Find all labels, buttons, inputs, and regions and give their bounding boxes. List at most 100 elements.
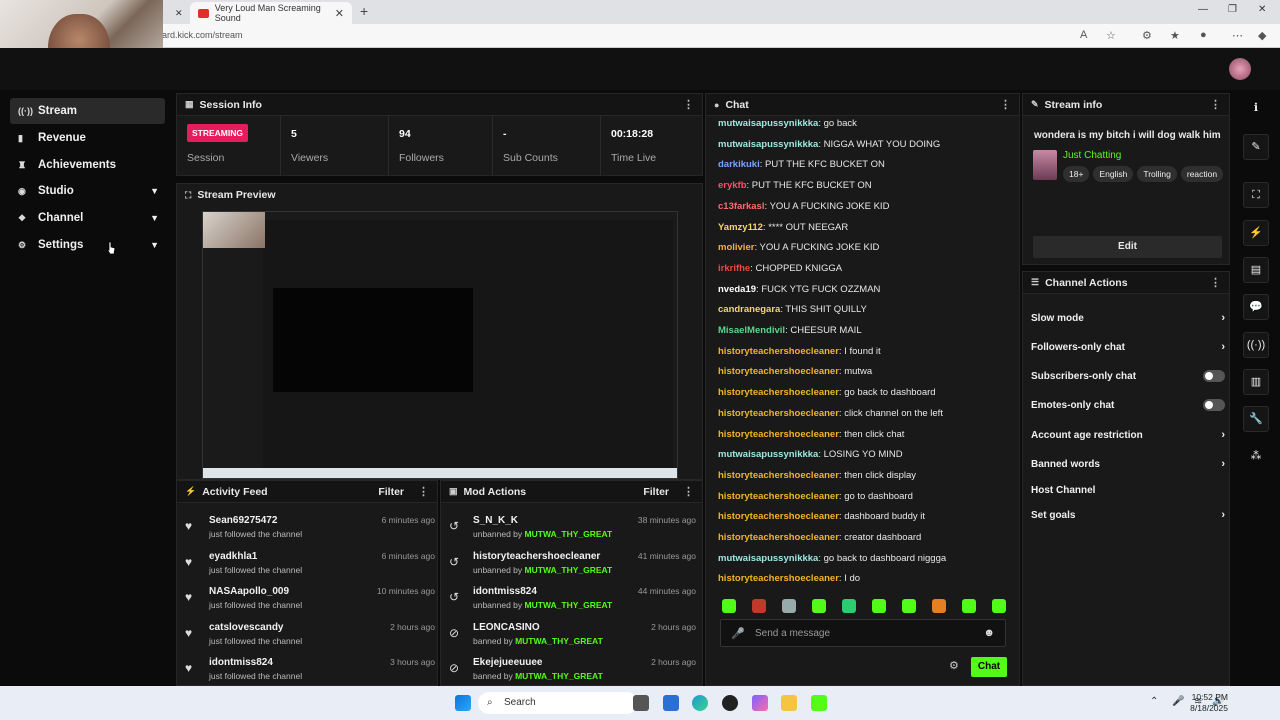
moderator-username[interactable]: MUTWA_THY_GREAT xyxy=(515,671,603,681)
emote-icon[interactable] xyxy=(812,599,826,613)
copilot-icon[interactable] xyxy=(752,695,768,711)
mod-action-item[interactable]: ⊘ LEONCASINO banned by MUTWA_THY_GREAT 2 ho… xyxy=(449,620,696,656)
channel-action-item[interactable]: Emotes-only chat xyxy=(1031,392,1225,418)
windows-start-icon[interactable] xyxy=(455,695,471,711)
moderator-username[interactable]: MUTWA_THY_GREAT xyxy=(515,636,603,646)
sidebar-item-revenue[interactable]: ▮ Revenue xyxy=(10,125,165,151)
mod-target-username[interactable]: S_N_K_K xyxy=(473,515,518,526)
emoji-icon[interactable]: ☻ xyxy=(983,627,995,639)
activity-username[interactable]: Sean69275472 xyxy=(209,515,277,526)
preview-icon[interactable]: ⛶ xyxy=(1243,182,1269,208)
address-bar[interactable]: ard.kick.com/stream A ☆ ⚙ ★ ● ⋯ ◆ xyxy=(0,24,1280,48)
broadcast-icon[interactable]: ((·)) xyxy=(1243,332,1269,358)
emote-icon[interactable] xyxy=(932,599,946,613)
kebab-menu-icon[interactable]: ⋮ xyxy=(1210,276,1221,289)
activity-username[interactable]: catslovescandy xyxy=(209,622,284,633)
taskbar-search[interactable]: Search xyxy=(478,692,638,714)
chat-username[interactable]: historyteachershoecleaner xyxy=(718,366,839,377)
profile-icon[interactable]: ● xyxy=(1200,29,1207,41)
moderator-username[interactable]: MUTWA_THY_GREAT xyxy=(525,565,613,575)
chat-username[interactable]: historyteachershoecleaner xyxy=(718,470,839,481)
kebab-menu-icon[interactable]: ⋮ xyxy=(1210,98,1221,111)
emote-icon[interactable] xyxy=(782,599,796,613)
file-explorer-icon[interactable] xyxy=(781,695,797,711)
read-aloud-icon[interactable]: A xyxy=(1080,29,1087,41)
chat-username[interactable]: MisaelMendivil xyxy=(718,325,785,336)
favorites-icon[interactable]: ★ xyxy=(1170,29,1180,42)
close-tab-icon[interactable]: ✕ xyxy=(335,7,344,20)
sidebar-item-settings[interactable]: ⚙ Settings ▼ xyxy=(10,232,165,258)
server-icon[interactable]: ▥ xyxy=(1243,369,1269,395)
emote-icon[interactable] xyxy=(992,599,1006,613)
send-chat-button[interactable]: Chat xyxy=(971,657,1007,677)
chat-username[interactable]: Yamzy112 xyxy=(718,222,763,233)
activity-username[interactable]: eyadkhla1 xyxy=(209,551,257,562)
store-icon[interactable] xyxy=(663,695,679,711)
copilot-icon[interactable]: ◆ xyxy=(1258,29,1266,42)
channel-action-item[interactable]: Set goals › xyxy=(1031,502,1225,528)
emote-icon[interactable] xyxy=(872,599,886,613)
chat-username[interactable]: nveda19 xyxy=(718,284,756,295)
chat-username[interactable]: historyteachershoecleaner xyxy=(718,429,839,440)
chat-username[interactable]: erykfb xyxy=(718,180,747,191)
new-tab-button[interactable]: + xyxy=(360,3,368,19)
edge-icon[interactable] xyxy=(692,695,708,711)
document-icon[interactable]: ▤ xyxy=(1243,257,1269,283)
activity-username[interactable]: NASAapollo_009 xyxy=(209,586,289,597)
chat-username[interactable]: historyteachershoecleaner xyxy=(718,346,839,357)
channel-action-item[interactable]: Slow mode › xyxy=(1031,305,1225,331)
system-clock[interactable]: 10:52 PM 8/18/2025 xyxy=(1190,692,1228,714)
mod-target-username[interactable]: Ekejejueeuuee xyxy=(473,657,542,668)
close-window-button[interactable]: ✕ xyxy=(1258,4,1266,15)
microphone-icon[interactable]: 🎤 xyxy=(731,627,745,640)
chat-username[interactable]: mutwaisapussynikkka xyxy=(718,139,818,150)
favorite-star-icon[interactable]: ☆ xyxy=(1106,29,1116,42)
bolt-icon[interactable]: ⚡ xyxy=(1243,220,1269,246)
toggle-switch[interactable] xyxy=(1203,370,1225,382)
toggle-switch[interactable] xyxy=(1203,399,1225,411)
url-text[interactable]: ard.kick.com/stream xyxy=(162,30,243,40)
info-icon[interactable]: ℹ xyxy=(1243,96,1269,122)
kick-app-icon[interactable] xyxy=(811,695,827,711)
maximize-button[interactable]: ❐ xyxy=(1228,4,1237,15)
browser-tab[interactable]: Very Loud Man Screaming Sound ✕ xyxy=(190,2,352,24)
emote-icon[interactable] xyxy=(962,599,976,613)
close-tab-icon[interactable]: ✕ xyxy=(175,2,183,24)
filter-button[interactable]: Filter xyxy=(378,486,404,498)
chevron-up-icon[interactable]: ⌃ xyxy=(1150,696,1158,707)
mod-target-username[interactable]: historyteachershoecleaner xyxy=(473,551,600,562)
chat-username[interactable]: historyteachershoecleaner xyxy=(718,573,839,584)
emote-icon[interactable] xyxy=(722,599,736,613)
chat-username[interactable]: mutwaisapussynikkka xyxy=(718,449,818,460)
moderator-username[interactable]: MUTWA_THY_GREAT xyxy=(525,529,613,539)
minimize-button[interactable]: — xyxy=(1198,4,1208,15)
chat-username[interactable]: molivier xyxy=(718,242,754,253)
wrench-icon[interactable]: 🔧 xyxy=(1243,406,1269,432)
activity-item[interactable]: ♥ eyadkhla1 just followed the channel 6 min… xyxy=(185,549,435,585)
channel-action-item[interactable]: Host Channel xyxy=(1031,477,1225,503)
chat-username[interactable]: historyteachershoecleaner xyxy=(718,408,839,419)
chat-bubble-icon[interactable]: 💬 xyxy=(1243,294,1269,320)
mod-action-item[interactable]: ↺ idontmiss824 unbanned by MUTWA_THY_GREAT… xyxy=(449,584,696,620)
pencil-icon[interactable]: ✎ xyxy=(1243,134,1269,160)
emote-icon[interactable] xyxy=(752,599,766,613)
filter-button[interactable]: Filter xyxy=(643,486,669,498)
chat-username[interactable]: mutwaisapussynikkka xyxy=(718,553,818,564)
mod-target-username[interactable]: idontmiss824 xyxy=(473,586,537,597)
emote-icon[interactable] xyxy=(902,599,916,613)
channel-action-item[interactable]: Followers-only chat › xyxy=(1031,334,1225,360)
kebab-menu-icon[interactable]: ⋮ xyxy=(683,485,694,498)
apps-icon[interactable]: ⁂ xyxy=(1243,444,1269,470)
mod-action-item[interactable]: ↺ S_N_K_K unbanned by MUTWA_THY_GREAT 38 mi… xyxy=(449,513,696,549)
chat-username[interactable]: c13farkasl xyxy=(718,201,764,212)
activity-username[interactable]: idontmiss824 xyxy=(209,657,273,668)
category-name[interactable]: Just Chatting xyxy=(1063,150,1121,161)
channel-action-item[interactable]: Account age restriction › xyxy=(1031,422,1225,448)
stream-preview-video[interactable] xyxy=(202,211,678,479)
chat-username[interactable]: darkikuki xyxy=(718,159,760,170)
activity-item[interactable]: ♥ Sean69275472 just followed the channel 6 … xyxy=(185,513,435,549)
kebab-menu-icon[interactable]: ⋮ xyxy=(683,98,694,111)
mod-action-item[interactable]: ↺ historyteachershoecleaner unbanned by MU… xyxy=(449,549,696,585)
more-icon[interactable]: ⋯ xyxy=(1232,29,1243,42)
activity-item[interactable]: ♥ catslovescandy just followed the channel… xyxy=(185,620,435,656)
